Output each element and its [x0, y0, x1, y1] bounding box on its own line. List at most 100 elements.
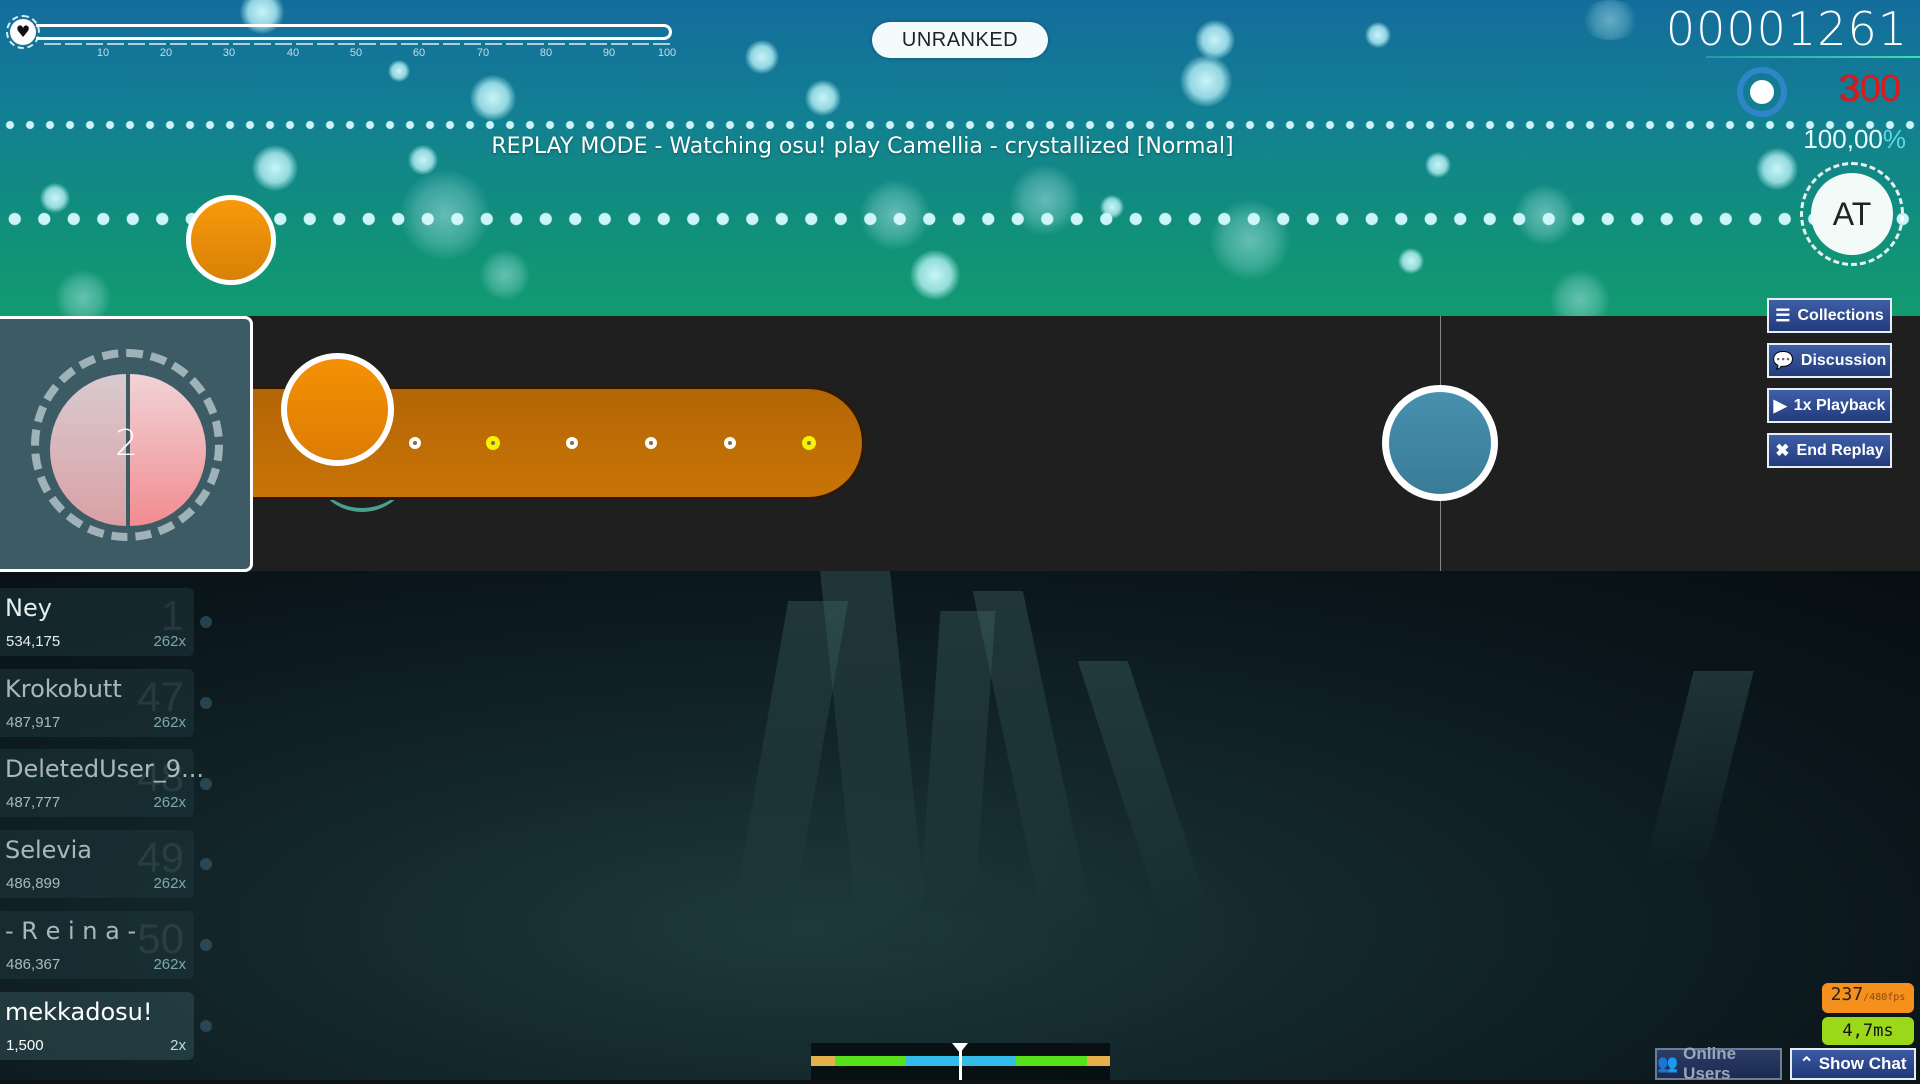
bokeh-light [388, 60, 410, 82]
crystal-shape [1077, 661, 1213, 921]
close-icon: ✖ [1775, 441, 1790, 460]
bokeh-light [1180, 55, 1232, 107]
judgement-value: 300 [1839, 68, 1901, 110]
bokeh-light [1195, 20, 1235, 60]
hit-error-meh-right [1087, 1056, 1110, 1066]
accuracy-display: 100,00% [1803, 124, 1906, 155]
health-tick-label: 80 [539, 47, 553, 59]
slider-tick-yellow [802, 436, 816, 450]
bokeh-light [910, 250, 960, 300]
leaderboard-dot [200, 697, 212, 709]
leaderboard-combo: 262x [153, 794, 186, 811]
leaderboard-combo: 262x [153, 956, 186, 973]
chat-bubbles-icon: 💬 [1772, 351, 1794, 370]
hit-error-arrow-icon [952, 1043, 968, 1053]
leaderboard-entry-current-player: mekkadosu! 1,500 2x [0, 992, 194, 1060]
collections-button-label: Collections [1797, 306, 1884, 324]
health-knob: ♥ [6, 15, 40, 49]
crystal-shape [919, 611, 996, 911]
leaderboard-score: 1,500 [6, 1037, 44, 1054]
bokeh-light [480, 250, 530, 300]
health-tick-label: 20 [159, 47, 173, 59]
replay-mode-banner: REPLAY MODE - Watching osu! play Camelli… [491, 134, 1234, 159]
progress-dot [1750, 80, 1774, 104]
crystal-shape [972, 591, 1098, 941]
bokeh-light [745, 40, 779, 74]
leaderboard-score: 486,899 [6, 875, 61, 892]
leaderboard-dot [200, 778, 212, 790]
slider-head-circle [281, 353, 394, 466]
hit-judgement-display: 3300 [1837, 68, 1901, 111]
health-tick-label: 70 [476, 47, 490, 59]
ranking-status-badge: UNRANKED [872, 22, 1048, 58]
leaderboard-entry: 47 Krokobutt 487,917 262x [0, 669, 194, 737]
discussion-button[interactable]: 💬 Discussion [1767, 343, 1892, 378]
bokeh-light [1580, 0, 1640, 40]
health-tick-label: 40 [286, 47, 300, 59]
health-tick-label: 10 [96, 47, 110, 59]
leaderboard-entry: 48 DeletedUser_9... 487,777 262x [0, 749, 204, 817]
dotted-divider [0, 212, 1920, 226]
playback-speed-button-label: 1x Playback [1793, 396, 1886, 414]
health-tick-label: 30 [222, 47, 236, 59]
leaderboard-player-name: Ney [5, 594, 52, 622]
leaderboard-dot [200, 858, 212, 870]
leaderboard-player-name: - R e i n a - [5, 917, 137, 945]
health-tick-label: 100 [657, 47, 677, 59]
hit-circle-orange [186, 195, 276, 285]
spinner-count: 2 [115, 423, 138, 464]
playback-speed-button[interactable]: ▶ 1x Playback [1767, 388, 1892, 423]
leaderboard-player-name: Krokobutt [5, 675, 122, 703]
bokeh-light [1398, 248, 1424, 274]
end-replay-button-label: End Replay [1796, 441, 1884, 459]
score-underline [1706, 56, 1920, 58]
online-users-button[interactable]: 👥 Online Users [1655, 1044, 1782, 1083]
bokeh-light [1550, 270, 1610, 316]
leaderboard-score: 486,367 [6, 956, 61, 973]
health-tick-label: 90 [602, 47, 616, 59]
bokeh-light [470, 75, 516, 121]
leaderboard-score: 487,777 [6, 794, 61, 811]
crystal-shape [820, 571, 930, 951]
chevron-up-icon: ⌃ [1799, 1054, 1814, 1073]
show-chat-button[interactable]: ⌃ Show Chat [1790, 1048, 1916, 1080]
leaderboard-combo: 262x [153, 875, 186, 892]
list-icon: ☰ [1775, 306, 1791, 325]
collections-button[interactable]: ☰ Collections [1767, 298, 1892, 333]
leaderboard-score: 534,175 [6, 633, 61, 650]
bokeh-light [55, 270, 111, 316]
online-users-label: Online Users [1683, 1044, 1737, 1083]
crystal-shape [1646, 671, 1754, 861]
users-group-icon: 👥 [1657, 1054, 1679, 1073]
background-crystal-scene [0, 571, 1920, 1080]
bokeh-light [40, 183, 70, 213]
song-progress-pie [1737, 67, 1787, 117]
heart-icon: ♥ [15, 22, 31, 41]
fps-max: /480fps [1863, 992, 1906, 1003]
end-replay-button[interactable]: ✖ End Replay [1767, 433, 1892, 468]
bokeh-light [1365, 22, 1391, 48]
leaderboard-player-name: Selevia [5, 836, 93, 864]
bokeh-light [805, 80, 841, 116]
bokeh-light [1756, 148, 1798, 190]
leaderboard-player-name: mekkadosu! [5, 998, 153, 1026]
slider-tick [645, 437, 657, 449]
fps-value: 237 [1830, 984, 1864, 1005]
leaderboard-entry: 1 Ney 534,175 262x [0, 588, 194, 656]
fps-counter: 237/480fps [1822, 983, 1914, 1013]
leaderboard-entry: 50 - R e i n a - 486,367 262x [0, 911, 194, 979]
slider-tick-yellow [486, 436, 500, 450]
discussion-button-label: Discussion [1800, 351, 1887, 369]
show-chat-label: Show Chat [1818, 1054, 1907, 1073]
leaderboard-dot [200, 1020, 212, 1032]
health-bar-ticks [44, 43, 670, 45]
slider-tick [566, 437, 578, 449]
hit-error-meh-left [811, 1056, 835, 1066]
health-bar [36, 24, 672, 40]
mod-label: AT [1811, 173, 1893, 255]
score-counter: 00001261 [1665, 2, 1908, 56]
leaderboard-entry: 49 Selevia 486,899 262x [0, 830, 194, 898]
hit-error-good-right [1016, 1056, 1087, 1066]
frame-latency-counter: 4,7ms [1822, 1017, 1914, 1045]
leaderboard-combo: 262x [153, 714, 186, 731]
